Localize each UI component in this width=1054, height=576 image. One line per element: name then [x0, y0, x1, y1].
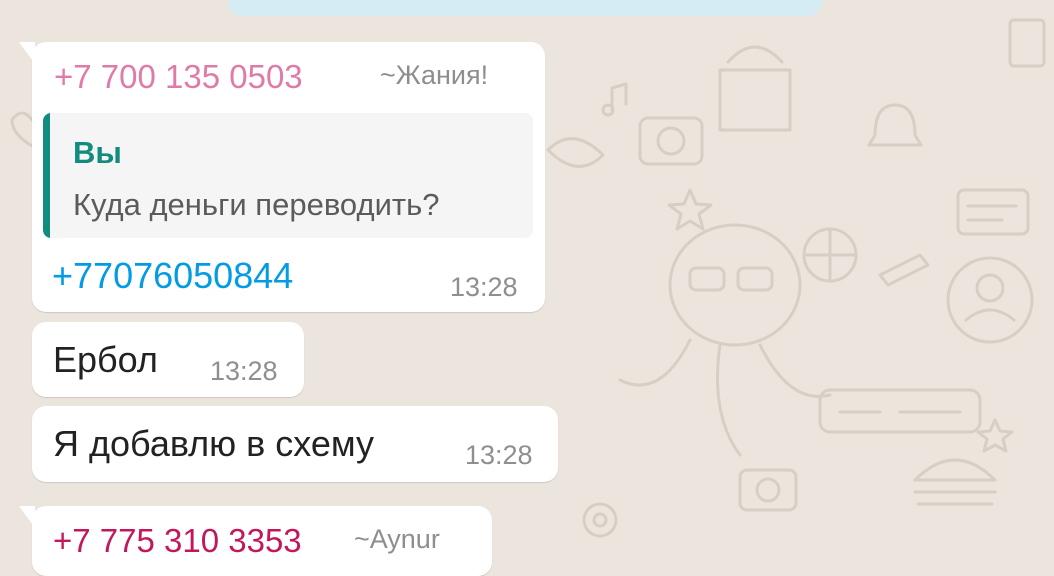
doodle-message-card-icon [956, 188, 1030, 236]
doodle-octopus-icon [618, 223, 832, 457]
message-time: 13:28 [465, 440, 533, 470]
doodle-camera2-icon [738, 468, 798, 512]
sender-phone[interactable]: +7 775 310 3353 [53, 522, 302, 560]
doodle-star2-icon [976, 418, 1014, 453]
doodle-basketball-icon [802, 227, 858, 283]
quote-accent-bar [43, 113, 50, 238]
doodle-android-icon [718, 45, 792, 132]
doodle-camera-icon [638, 116, 704, 166]
quote-text: Куда деньги переводить? [73, 187, 440, 222]
sender-name: ~Aynur [354, 524, 440, 554]
doodle-pencil-icon [878, 253, 930, 287]
doodle-profile-icon [946, 256, 1034, 344]
message-bubble-incoming[interactable]: +7 700 135 0503 ~Жания! Вы Куда деньги п… [19, 42, 545, 312]
quote-author: Вы [73, 135, 122, 170]
doodle-chat-bubble-icon [818, 388, 982, 434]
doodle-bell-icon [867, 103, 923, 147]
message-bubble-incoming[interactable]: +7 775 310 3353 ~Aynur [19, 506, 492, 576]
message-time: 13:28 [450, 272, 518, 302]
doodle-lips-icon [546, 137, 605, 168]
message-bubble-incoming[interactable]: Ербол 13:28 [32, 322, 304, 397]
phone-number-link[interactable]: +77076050844 [52, 255, 293, 297]
doodle-gear-icon [582, 502, 618, 538]
bubble-tail [19, 506, 35, 528]
sender-name: ~Жания! [380, 60, 489, 90]
doodle-burger-icon [913, 458, 997, 506]
quoted-message[interactable]: Вы Куда деньги переводить? [43, 113, 533, 238]
doodle-clipboard-icon [1008, 18, 1046, 68]
doodle-music-note-icon [601, 82, 628, 117]
previous-message-bubble-edge [228, 0, 822, 16]
sender-phone[interactable]: +7 700 135 0503 [54, 58, 303, 96]
message-time: 13:28 [210, 356, 278, 386]
message-text: Ербол [53, 339, 158, 380]
message-text: Я добавлю в схему [53, 423, 375, 464]
message-bubble-incoming[interactable]: Я добавлю в схему 13:28 [32, 406, 558, 482]
bubble-tail [19, 42, 35, 64]
doodle-star-icon [667, 188, 713, 231]
